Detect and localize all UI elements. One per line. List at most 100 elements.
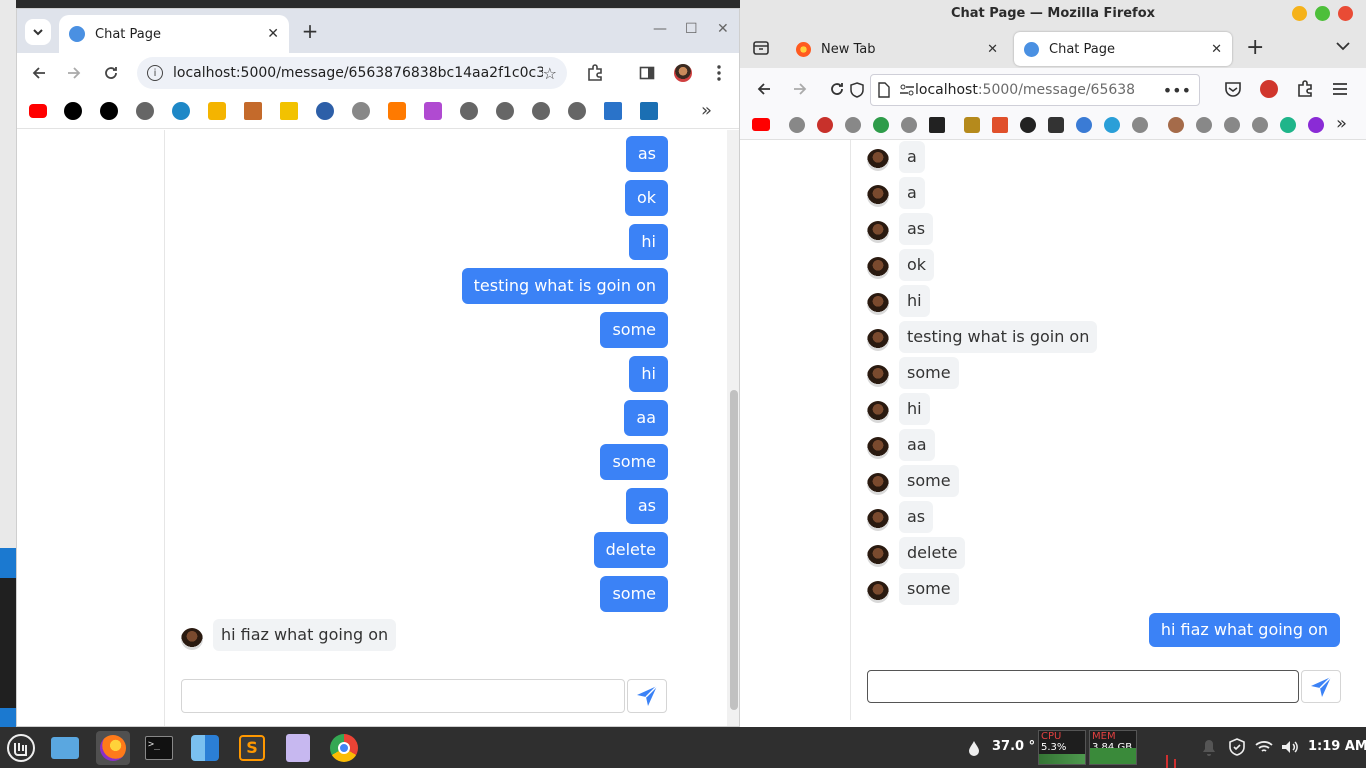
tab-list-icon[interactable]: [752, 39, 770, 57]
bookmark-icon[interactable]: [640, 102, 658, 120]
message-input[interactable]: [181, 679, 625, 713]
back-arrow-icon[interactable]: [756, 81, 772, 97]
shield-icon[interactable]: [849, 82, 865, 98]
hamburger-menu-icon[interactable]: [1332, 82, 1348, 96]
forward-arrow-icon[interactable]: [792, 81, 808, 97]
new-tab-button[interactable]: +: [1246, 35, 1264, 60]
tab-chat-page[interactable]: Chat Page ✕: [59, 15, 289, 53]
cpu-monitor[interactable]: CPU 5.3%: [1038, 730, 1086, 765]
send-button[interactable]: [627, 679, 667, 713]
wifi-icon[interactable]: [1255, 740, 1273, 754]
bookmark-icon[interactable]: [244, 102, 262, 120]
new-tab-button[interactable]: +: [299, 21, 321, 41]
globe-bookmark-icon[interactable]: [1132, 117, 1148, 133]
send-button[interactable]: [1301, 670, 1341, 703]
bookmark-icon[interactable]: [352, 102, 370, 120]
shield-icon[interactable]: [1228, 738, 1246, 756]
globe-bookmark-icon[interactable]: [532, 102, 550, 120]
globe-bookmark-icon[interactable]: [845, 117, 861, 133]
bookmark-icon[interactable]: [817, 117, 833, 133]
bookmark-icon[interactable]: [1280, 117, 1296, 133]
globe-bookmark-icon[interactable]: [1196, 117, 1212, 133]
terminal-app-icon[interactable]: >_: [142, 731, 176, 765]
globe-bookmark-icon[interactable]: [136, 102, 154, 120]
bookmark-icon[interactable]: [873, 117, 889, 133]
globe-bookmark-icon[interactable]: [568, 102, 586, 120]
bookmark-icon[interactable]: [1308, 117, 1324, 133]
globe-bookmark-icon[interactable]: [496, 102, 514, 120]
maximize-icon[interactable]: ☐: [685, 21, 698, 37]
bookmark-icon[interactable]: [992, 117, 1008, 133]
maximize-icon[interactable]: [1315, 6, 1330, 21]
clock[interactable]: 1:19 AM: [1308, 739, 1366, 754]
globe-bookmark-icon[interactable]: [1252, 117, 1268, 133]
globe-bookmark-icon[interactable]: [460, 102, 478, 120]
extension-icon[interactable]: [1260, 80, 1278, 98]
page-scrollbar[interactable]: [727, 130, 739, 726]
bookmark-icon[interactable]: [316, 102, 334, 120]
start-menu-button[interactable]: [4, 731, 38, 765]
bookmarks-overflow-button[interactable]: »: [1336, 113, 1347, 134]
tab-search-button[interactable]: [25, 19, 51, 45]
reload-icon[interactable]: [829, 81, 845, 97]
close-window-icon[interactable]: [1338, 6, 1353, 21]
globe-bookmark-icon[interactable]: [1224, 117, 1240, 133]
address-bar[interactable]: i localhost:5000/message/6563876838bc14a…: [137, 57, 567, 89]
close-window-icon[interactable]: ✕: [717, 21, 729, 37]
forward-arrow-icon[interactable]: [62, 61, 86, 85]
close-tab-icon[interactable]: ✕: [987, 42, 998, 57]
bookmark-icon[interactable]: [964, 117, 980, 133]
reload-icon[interactable]: [99, 61, 123, 85]
permissions-icon[interactable]: [899, 84, 915, 96]
minimize-icon[interactable]: [1292, 6, 1307, 21]
bookmarks-overflow-button[interactable]: »: [701, 100, 712, 121]
youtube-bookmark-icon[interactable]: [752, 118, 770, 131]
youtube-bookmark-icon[interactable]: [29, 104, 47, 118]
firefox-app-icon[interactable]: [96, 731, 130, 765]
menu-kebab-icon[interactable]: [707, 61, 731, 85]
close-tab-icon[interactable]: ✕: [1211, 42, 1222, 57]
list-all-tabs-icon[interactable]: [1336, 41, 1350, 51]
bookmark-icon[interactable]: [208, 102, 226, 120]
pocket-icon[interactable]: [1224, 80, 1242, 98]
sublime-app-icon[interactable]: S: [235, 731, 269, 765]
editor-app-icon[interactable]: [281, 731, 315, 765]
bookmark-icon[interactable]: [172, 102, 190, 120]
bookmark-icon[interactable]: [388, 102, 406, 120]
address-bar[interactable]: localhost:5000/message/65638 •••: [850, 74, 1200, 106]
bookmark-star-icon[interactable]: ☆: [543, 64, 557, 83]
bookmark-icon[interactable]: [1104, 117, 1120, 133]
bookmark-icon[interactable]: [1168, 117, 1184, 133]
message-bubble-incoming: ok: [899, 249, 935, 281]
bookmark-icon[interactable]: [64, 102, 82, 120]
bookmark-icon[interactable]: [1020, 117, 1036, 133]
page-actions-icon[interactable]: •••: [1163, 81, 1191, 100]
globe-bookmark-icon[interactable]: [789, 117, 805, 133]
memory-monitor[interactable]: MEM 3.84 GB: [1089, 730, 1137, 765]
chrome-app-icon[interactable]: [327, 731, 361, 765]
message-input[interactable]: [867, 670, 1299, 703]
finder-app-icon[interactable]: [188, 731, 222, 765]
notification-bell-icon[interactable]: [1202, 739, 1216, 757]
bookmark-icon[interactable]: [424, 102, 442, 120]
bookmark-icon[interactable]: [1048, 117, 1064, 133]
extensions-puzzle-icon[interactable]: [583, 61, 607, 85]
globe-bookmark-icon[interactable]: [901, 117, 917, 133]
scrollbar-thumb[interactable]: [730, 390, 738, 710]
play-bookmark-icon[interactable]: [929, 117, 945, 133]
minimize-icon[interactable]: —: [653, 21, 667, 37]
bookmark-icon[interactable]: [280, 102, 298, 120]
site-info-icon[interactable]: i: [147, 65, 163, 81]
bookmark-icon[interactable]: [100, 102, 118, 120]
close-tab-icon[interactable]: ✕: [267, 26, 279, 42]
volume-icon[interactable]: [1281, 740, 1299, 754]
back-arrow-icon[interactable]: [27, 61, 51, 85]
tab-new-tab[interactable]: New Tab ✕: [786, 32, 1008, 66]
files-app-icon[interactable]: [48, 731, 82, 765]
bookmark-icon[interactable]: [604, 102, 622, 120]
tab-chat-page[interactable]: Chat Page ✕: [1014, 32, 1232, 66]
extensions-puzzle-icon[interactable]: [1296, 80, 1314, 98]
bookmark-icon[interactable]: [1076, 117, 1092, 133]
side-panel-icon[interactable]: [635, 61, 659, 85]
profile-avatar[interactable]: [671, 61, 695, 85]
